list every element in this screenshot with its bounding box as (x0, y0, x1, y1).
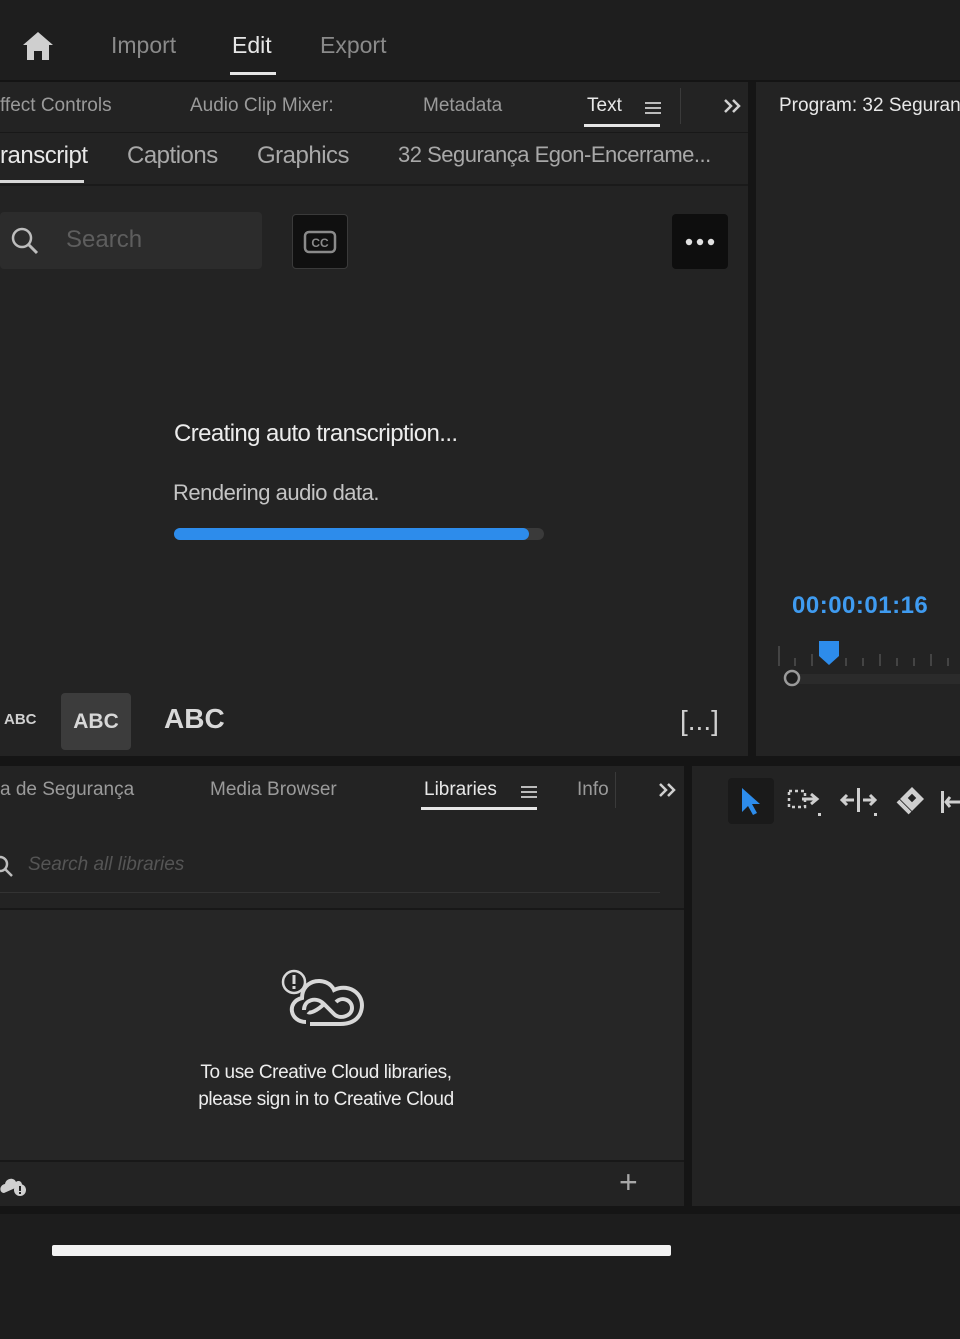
text-subtab-row: ranscript Captions Graphics 32 Segurança… (0, 132, 748, 186)
libraries-tab-underline (421, 807, 537, 810)
tab-libraries[interactable]: Libraries (424, 779, 497, 801)
lower-vertical-divider (684, 766, 692, 1206)
subtab-captions[interactable]: Captions (127, 142, 218, 170)
ripple-edit-icon[interactable] (838, 782, 880, 822)
program-monitor-panel: Program: 32 Seguran 00:00:01:16 (756, 82, 960, 756)
tab-media-browser[interactable]: Media Browser (210, 779, 337, 801)
libraries-signin-message-line1: To use Creative Cloud libraries, (200, 1062, 452, 1083)
libraries-search-icon (0, 854, 14, 878)
panel-tab-row: ffect Controls Audio Clip Mixer: Metadat… (0, 82, 748, 133)
transcription-progress-track (174, 528, 544, 540)
creative-cloud-icon (280, 968, 372, 1034)
program-time-ruler[interactable] (776, 638, 960, 690)
horizontal-divider (0, 756, 960, 766)
libraries-menu-icon[interactable] (519, 782, 539, 802)
export-tab[interactable]: Export (320, 32, 386, 59)
tools-panel (692, 766, 960, 1206)
slip-icon[interactable] (936, 782, 960, 822)
home-icon[interactable] (20, 28, 56, 64)
playhead-icon[interactable] (818, 640, 840, 666)
cloud-sync-icon[interactable] (0, 1174, 28, 1198)
transcript-underline (0, 180, 84, 183)
subtab-graphics[interactable]: Graphics (257, 142, 350, 170)
transcription-status-title: Creating auto transcription... (174, 420, 458, 447)
subtab-sequence-name[interactable]: 32 Segurança Egon-Encerrame... (398, 142, 711, 168)
selection-tool-icon[interactable] (728, 778, 774, 824)
edit-tab[interactable]: Edit (232, 32, 272, 59)
text-size-medium-label: ABC (73, 709, 119, 733)
panel-divider (748, 82, 756, 758)
text-tab-underline (584, 124, 660, 127)
libraries-content: To use Creative Cloud libraries, please … (0, 910, 684, 1160)
tab-info[interactable]: Info (577, 779, 609, 801)
transcript-search-placeholder: Search (66, 226, 143, 253)
tab-audio-clip-mixer[interactable]: Audio Clip Mixer: (190, 95, 334, 117)
text-size-large[interactable]: ABC (164, 703, 225, 735)
libraries-panel: a de Segurança Media Browser Libraries I… (0, 766, 684, 1206)
tab-divider (680, 88, 681, 124)
menu-icon[interactable] (643, 98, 663, 118)
bottom-divider (0, 1206, 960, 1214)
tab-essential-sound[interactable]: a de Segurança (0, 779, 134, 801)
lower-tab-divider (615, 772, 616, 808)
edit-tab-underline (230, 72, 276, 75)
svg-text:CC: CC (311, 236, 329, 250)
program-timecode[interactable]: 00:00:01:16 (792, 592, 928, 620)
bracket-toggle[interactable]: [...] (680, 705, 719, 737)
libraries-search-input[interactable]: Search all libraries (28, 854, 184, 876)
libraries-search-underline (0, 892, 660, 893)
import-tab[interactable]: Import (111, 32, 176, 59)
workspace-bar: Import Edit Export (0, 0, 960, 82)
tab-text[interactable]: Text (587, 95, 622, 117)
razor-icon[interactable] (888, 782, 930, 822)
chevron-double-right-icon[interactable] (718, 94, 746, 118)
libraries-signin-message-line2: please sign in to Creative Cloud (198, 1089, 454, 1110)
tab-effect-controls[interactable]: ffect Controls (0, 95, 112, 117)
lower-chevron-double-right-icon[interactable] (653, 778, 681, 802)
tab-metadata[interactable]: Metadata (423, 95, 502, 117)
bottom-panel (0, 1214, 960, 1339)
text-size-small[interactable]: ABC (4, 711, 37, 728)
add-library-button[interactable]: + (619, 1164, 638, 1201)
text-size-medium[interactable]: ABC (61, 693, 131, 750)
transcription-progress-fill (174, 528, 530, 540)
transcript-search-box[interactable]: Search (0, 212, 262, 269)
track-select-forward-icon[interactable] (784, 782, 826, 822)
horizontal-scrollbar[interactable] (52, 1245, 671, 1256)
closed-captions-icon[interactable]: CC (292, 214, 348, 269)
text-panel: ffect Controls Audio Clip Mixer: Metadat… (0, 82, 748, 756)
program-monitor-title[interactable]: Program: 32 Seguran (779, 95, 960, 117)
search-icon (8, 226, 42, 256)
subtab-transcript[interactable]: ranscript (0, 142, 88, 170)
more-icon[interactable] (672, 214, 728, 269)
transcription-status-sub: Rendering audio data. (173, 480, 380, 505)
libraries-footer-separator (0, 1160, 684, 1162)
